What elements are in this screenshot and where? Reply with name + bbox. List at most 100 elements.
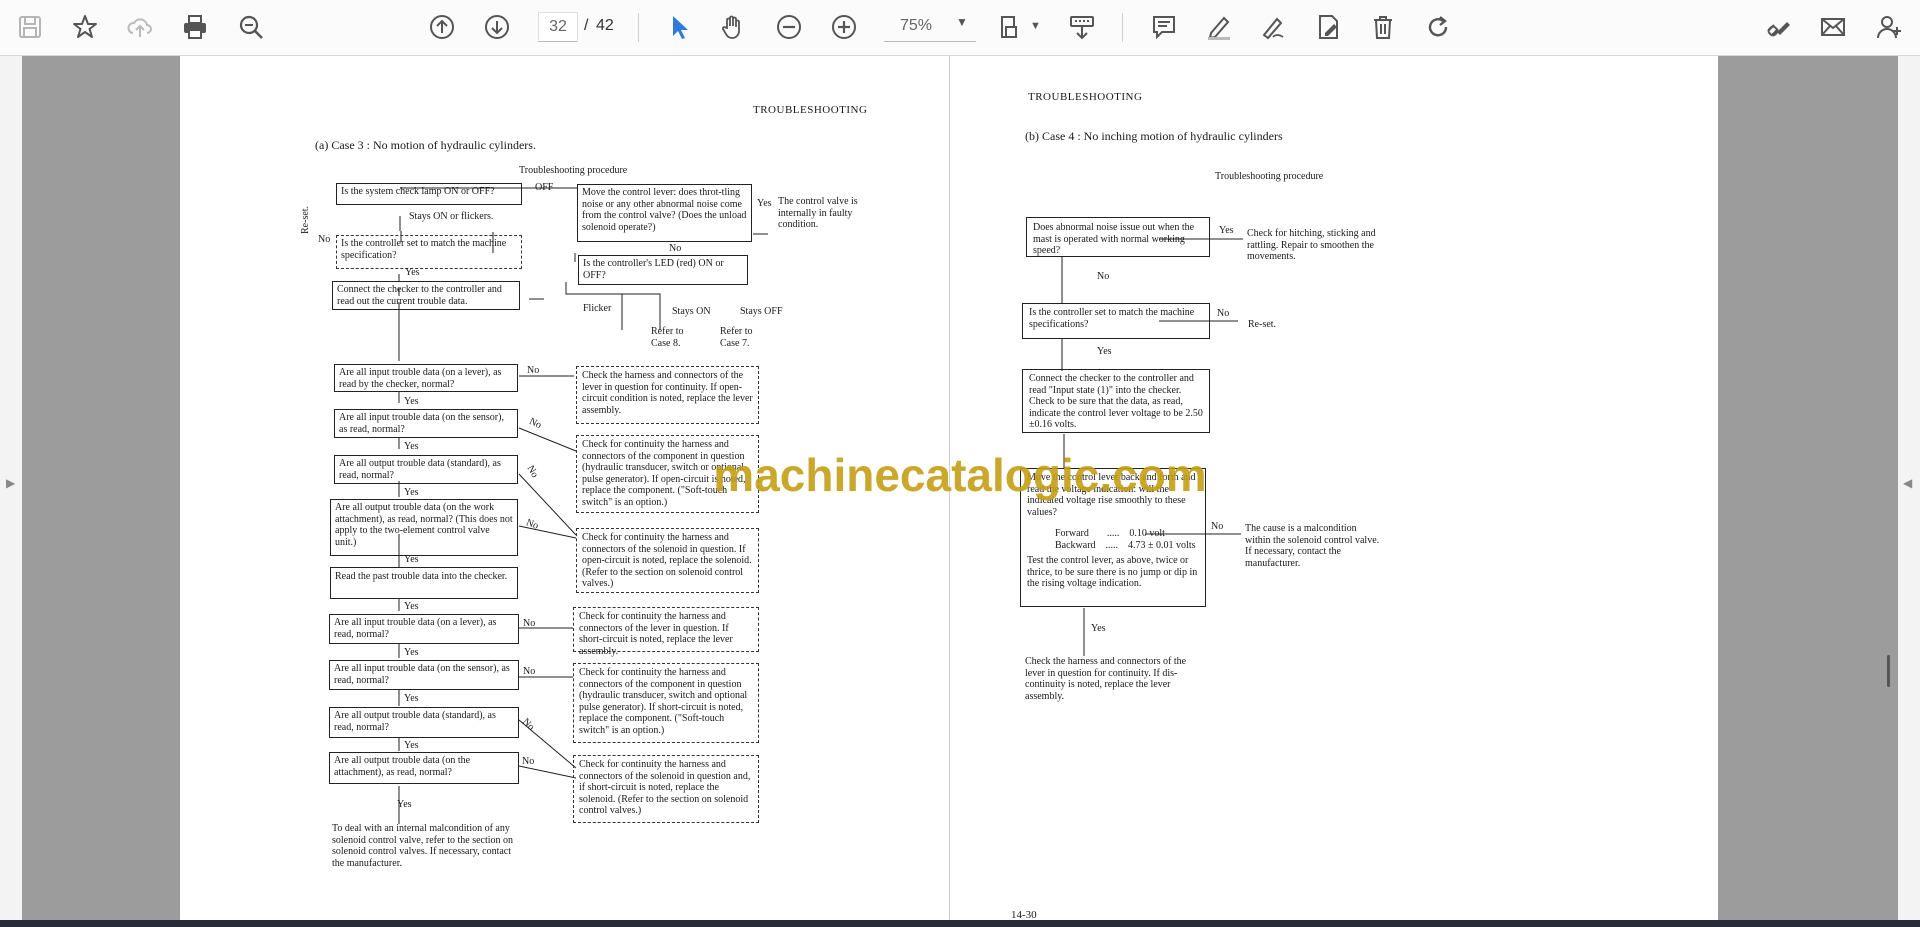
label-no: No xyxy=(1217,308,1230,319)
page-separator: / xyxy=(584,17,589,34)
page-header: TROUBLESHOOTING xyxy=(1028,91,1143,103)
voltage-test-note: Test the control lever, as above, twice … xyxy=(1027,555,1198,589)
panel-expand-icon: ▶ xyxy=(6,476,16,490)
step-input-lever: Are all input trouble data (on a lever),… xyxy=(334,364,518,392)
label-yes: Yes xyxy=(1219,225,1234,236)
page-fit-dropdown-icon[interactable]: ▼ xyxy=(1030,20,1041,32)
backward-value: 4.73 ± 0.01 volts xyxy=(1128,539,1196,551)
label-yes: Yes xyxy=(404,740,419,751)
result-check-hitching: Check for hitching, sticking and rattlin… xyxy=(1247,228,1376,262)
toolbar: 32 / 42 75% ▼ ▼ xyxy=(0,0,1920,56)
result-valve-faulty: The control valve is internally in fault… xyxy=(778,196,858,230)
scrollbar-thumb[interactable] xyxy=(1887,655,1890,687)
divider xyxy=(1122,13,1123,42)
zoom-value: 75% xyxy=(900,17,933,34)
zoom-select[interactable]: 75% ▼ xyxy=(884,12,976,42)
label-stays-on: Stays ON xyxy=(672,306,711,317)
action-check-solenoid-open: Check for continuity the harness and con… xyxy=(576,528,759,593)
draw-pen-icon[interactable] xyxy=(1256,10,1290,44)
label-yes: Yes xyxy=(404,554,419,565)
case-title: (b) Case 4 : No inching motion of hydrau… xyxy=(1025,129,1283,143)
forward-row: Forward..... 0.10 volt xyxy=(1055,528,1165,539)
keyboard-scroll-icon[interactable] xyxy=(1065,10,1099,44)
step-system-check-lamp: Is the system check lamp ON or OFF? xyxy=(336,183,522,205)
label-no: No xyxy=(523,666,536,677)
page-header: TROUBLESHOOTING xyxy=(753,104,868,116)
label-yes: Yes xyxy=(757,198,772,209)
step-abnormal-noise: Does abnormal noise issue out when the m… xyxy=(1026,217,1210,257)
label-no: No xyxy=(527,365,540,376)
refer-case-8: Refer to Case 8. xyxy=(651,326,684,349)
select-cursor-icon[interactable] xyxy=(662,10,696,44)
print-icon[interactable] xyxy=(178,10,212,44)
label-stays-off: Stays OFF xyxy=(740,306,783,317)
label-no: No xyxy=(1211,521,1224,532)
final-note: Check the harness and connectors of the … xyxy=(1025,656,1187,702)
step-past-output-standard: Are all output trouble data (standard), … xyxy=(329,707,519,738)
email-icon[interactable] xyxy=(1816,10,1850,44)
result-solenoid-malcondition: The cause is a malcondition within the s… xyxy=(1245,523,1380,569)
step-output-work-attachment: Are all output trouble data (on the work… xyxy=(330,499,518,556)
label-yes: Yes xyxy=(405,267,420,278)
action-check-component-short: Check for continuity the harness and con… xyxy=(573,663,759,743)
page-total: 42 xyxy=(596,17,614,34)
procedure-title: Troubleshooting procedure xyxy=(519,165,628,176)
case-title: (a) Case 3 : No motion of hydraulic cyli… xyxy=(315,138,536,152)
redo-icon[interactable] xyxy=(1421,10,1455,44)
procedure-title: Troubleshooting procedure xyxy=(1215,171,1324,182)
label-flicker: Flicker xyxy=(583,303,612,314)
divider xyxy=(638,13,639,42)
page-number: 14-30 xyxy=(1011,909,1037,920)
hand-pan-icon[interactable] xyxy=(716,10,750,44)
right-panel-toggle[interactable]: ◀ xyxy=(1898,56,1920,920)
label-reset: Re-set. xyxy=(300,205,311,234)
forward-value: 0.10 volt xyxy=(1129,528,1165,539)
label-no: No xyxy=(669,243,682,254)
label-no: No xyxy=(523,618,536,629)
step-controller-led: Is the controller's LED (red) ON or OFF? xyxy=(578,255,748,285)
previous-page-icon[interactable] xyxy=(425,10,459,44)
forward-label: Forward xyxy=(1055,528,1089,539)
next-page-icon[interactable] xyxy=(480,10,514,44)
zoom-search-icon[interactable] xyxy=(234,10,268,44)
step-controller-set: Is the controller set to match the machi… xyxy=(1022,303,1210,339)
page-fit-icon[interactable] xyxy=(995,10,1029,44)
step-past-input-sensor: Are all input trouble data (on the senso… xyxy=(329,660,519,690)
link-edit-icon[interactable] xyxy=(1761,10,1795,44)
chevron-down-icon: ▼ xyxy=(956,15,968,29)
backward-row: Backward..... 4.73 ± 0.01 volts xyxy=(1055,539,1196,551)
action-check-solenoid-short: Check for continuity the harness and con… xyxy=(573,755,759,823)
window-bottom-edge xyxy=(0,920,1920,927)
label-off: OFF xyxy=(535,182,554,193)
label-no: No xyxy=(318,234,331,245)
final-note: To deal with an internal malcondition of… xyxy=(332,823,514,869)
step-past-input-lever: Are all input trouble data (on a lever),… xyxy=(329,614,519,644)
comment-icon[interactable] xyxy=(1147,10,1181,44)
result-reset: Re-set. xyxy=(1248,319,1277,330)
refer-case-7: Refer to Case 7. xyxy=(720,326,753,349)
action-check-lever-short: Check for continuity the harness and con… xyxy=(573,607,759,657)
watermark-text: machinecatalogic.com xyxy=(713,449,1207,501)
page-number-input[interactable]: 32 xyxy=(538,12,578,42)
zoom-out-icon[interactable] xyxy=(772,10,806,44)
zoom-in-icon[interactable] xyxy=(827,10,861,44)
step-connect-checker: Connect the checker to the controller an… xyxy=(1022,369,1210,433)
add-user-icon[interactable] xyxy=(1872,10,1906,44)
step-controller-set: Is the controller set to match the machi… xyxy=(336,235,522,269)
label-yes: Yes xyxy=(404,693,419,704)
save-icon[interactable] xyxy=(13,10,47,44)
backward-label: Backward xyxy=(1055,539,1096,551)
label-yes: Yes xyxy=(1091,623,1106,634)
step-read-past-data: Read the past trouble data into the chec… xyxy=(330,567,518,599)
step-past-output-attachment: Are all output trouble data (on the atta… xyxy=(329,752,519,784)
edit-text-icon[interactable] xyxy=(1311,10,1345,44)
bookmark-star-icon[interactable] xyxy=(68,10,102,44)
highlight-pen-icon[interactable] xyxy=(1202,10,1236,44)
step-move-control-lever: Move the control lever: does throt-tling… xyxy=(577,184,752,242)
action-check-lever-open: Check the harness and connectors of the … xyxy=(576,366,759,424)
label-yes: Yes xyxy=(404,396,419,407)
cloud-upload-icon[interactable] xyxy=(123,10,157,44)
left-panel-toggle[interactable]: ▶ xyxy=(0,56,22,920)
step-input-sensor: Are all input trouble data (on the senso… xyxy=(334,409,518,438)
delete-trash-icon[interactable] xyxy=(1366,10,1400,44)
